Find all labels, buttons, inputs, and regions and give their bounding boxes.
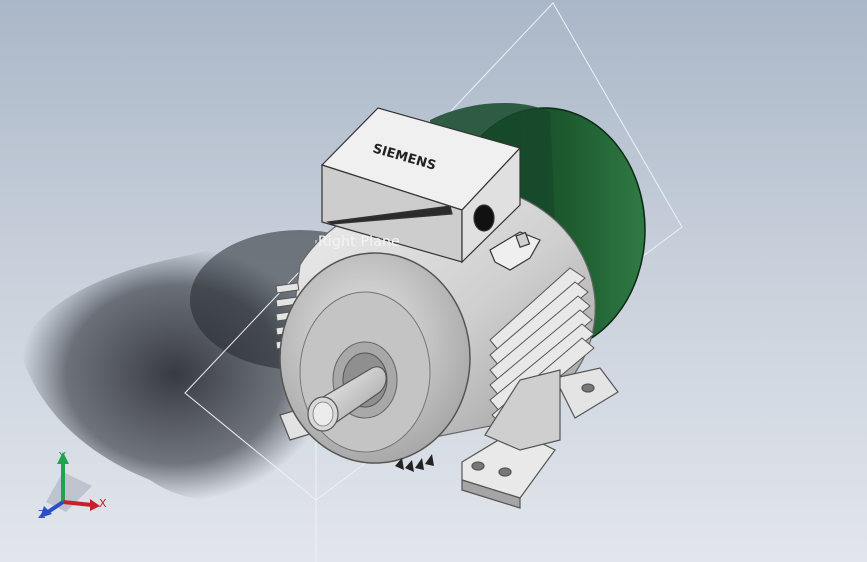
end-shield[interactable] xyxy=(279,252,471,464)
right-plane-label[interactable]: Right Plane xyxy=(318,234,400,250)
x-axis-label: X xyxy=(99,497,107,510)
z-axis-label: Z xyxy=(38,508,46,521)
model-canvas[interactable]: SIEMENS Y X Z xyxy=(0,0,867,562)
orientation-triad[interactable]: Y X Z xyxy=(38,450,107,521)
graphics-viewport[interactable]: SIEMENS Y X Z Right Plane xyxy=(0,0,867,562)
y-axis-label: Y xyxy=(58,450,66,463)
